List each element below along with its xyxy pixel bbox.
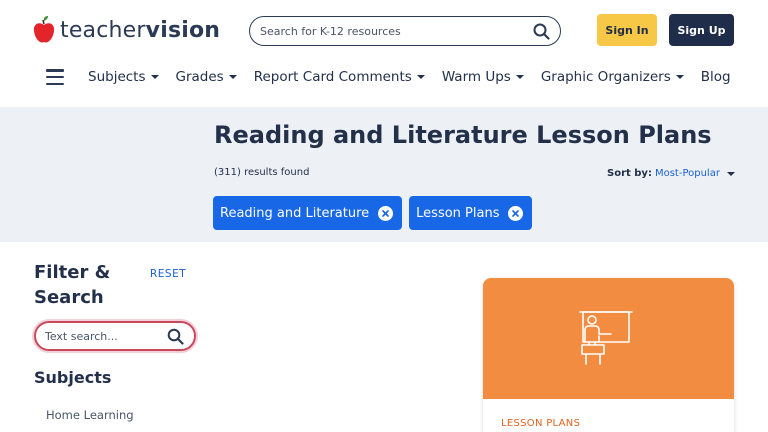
card-image <box>483 278 734 399</box>
close-icon[interactable] <box>508 205 524 221</box>
reset-link[interactable]: RESET <box>150 268 186 280</box>
results-banner: Reading and Literature Lesson Plans (311… <box>0 107 768 242</box>
filter-chip-reading-and-literature: Reading and Literature <box>213 196 403 230</box>
filter-chip-lesson-plans: Lesson Plans <box>409 196 533 230</box>
caret-down-icon <box>675 75 684 79</box>
results-count: (311) results found <box>214 167 310 178</box>
sign-in-button[interactable]: Sign In <box>597 14 657 46</box>
search-icon[interactable] <box>167 328 184 345</box>
main-nav: Subjects Grades Report Card Comments War… <box>46 64 748 90</box>
close-icon[interactable] <box>378 205 394 221</box>
subject-item-home-learning[interactable]: Home Learning <box>46 408 134 422</box>
subjects-heading: Subjects <box>34 368 112 387</box>
caret-down-icon <box>228 75 237 79</box>
caret-down-icon <box>515 75 524 79</box>
text-search-input[interactable] <box>45 329 163 343</box>
apple-logo-icon <box>33 16 55 44</box>
sign-up-button[interactable]: Sign Up <box>669 14 734 46</box>
teacher-at-board-icon <box>578 309 634 371</box>
teachervision-logo[interactable]: teachervision <box>33 14 220 46</box>
caret-down-icon <box>150 75 159 79</box>
site-search <box>249 16 561 46</box>
caret-down-icon <box>416 75 425 79</box>
hamburger-icon[interactable] <box>46 69 64 85</box>
caret-down-icon <box>726 171 735 176</box>
chip-label: Reading and Literature <box>220 205 370 221</box>
sort-label: Sort by: <box>607 168 652 179</box>
logo-wordmark: teachervision <box>60 17 221 43</box>
sort-dropdown[interactable]: Sort by: Most-Popular <box>607 168 735 179</box>
nav-item-blog[interactable]: Blog <box>701 69 731 85</box>
nav-item-report-card-comments[interactable]: Report Card Comments <box>254 69 425 85</box>
page-title: Reading and Literature Lesson Plans <box>214 121 712 149</box>
text-search <box>34 321 196 351</box>
site-search-input[interactable] <box>260 24 520 38</box>
filter-search-title: Filter & Search <box>34 262 111 308</box>
nav-item-grades[interactable]: Grades <box>176 69 237 85</box>
result-card[interactable]: LESSON PLANS <box>483 278 734 432</box>
sort-value[interactable]: Most-Popular <box>655 168 720 179</box>
site-header: teachervision Sign In Sign Up Subjects G… <box>0 0 768 107</box>
active-filters: Reading and Literature Lesson Plans <box>213 196 539 230</box>
nav-item-graphic-organizers[interactable]: Graphic Organizers <box>541 69 684 85</box>
chip-label: Lesson Plans <box>416 205 500 221</box>
search-icon[interactable] <box>532 22 550 40</box>
card-type-label: LESSON PLANS <box>501 418 581 429</box>
nav-item-warm-ups[interactable]: Warm Ups <box>442 69 524 85</box>
nav-item-subjects[interactable]: Subjects <box>88 69 159 85</box>
